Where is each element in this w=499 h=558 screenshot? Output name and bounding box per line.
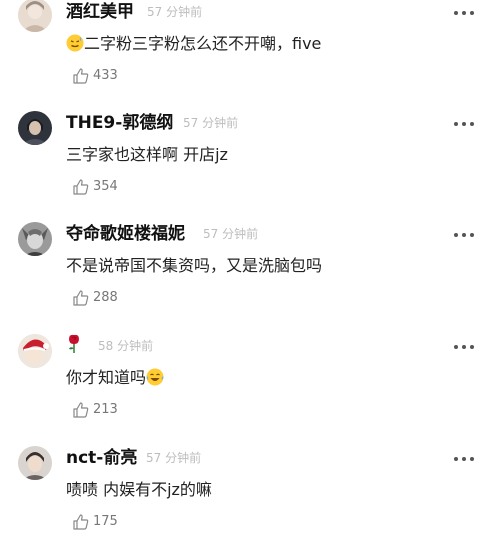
rose-icon — [69, 334, 79, 353]
avatar[interactable] — [18, 334, 52, 368]
laughing-tears-emoji — [146, 368, 164, 386]
timestamp: 57 分钟前 — [147, 5, 203, 19]
thumbs-up-icon — [73, 179, 89, 195]
username[interactable]: 酒红美甲 — [66, 2, 134, 22]
comment-item: nct-俞亮 57 分钟前 啧啧 内娱有不jz的嘛 175 — [0, 446, 499, 558]
like-count: 288 — [93, 290, 118, 305]
username[interactable]: 夺命歌姬楼福妮 — [66, 224, 185, 244]
avatar[interactable] — [18, 446, 52, 480]
timestamp: 57 分钟前 — [146, 451, 202, 465]
like-count: 433 — [93, 68, 118, 83]
avatar-image — [18, 222, 52, 256]
comment-text-content: 二字粉三字粉怎么还不开嘲，five — [84, 34, 322, 53]
comment-text: 啧啧 内娱有不jz的嘛 — [66, 480, 212, 499]
username[interactable]: THE9-郭德纲 — [66, 113, 173, 133]
avatar[interactable] — [18, 111, 52, 145]
timestamp: 58 分钟前 — [98, 339, 154, 353]
thumbs-up-icon — [73, 290, 89, 306]
like-count: 213 — [93, 402, 118, 417]
like-count: 354 — [93, 179, 118, 194]
more-dots-icon — [454, 345, 474, 349]
comment-item: THE9-郭德纲 57 分钟前 三字家也这样啊 开店jz 354 — [0, 111, 499, 223]
like-button[interactable]: 433 — [72, 66, 118, 86]
timestamp: 57 分钟前 — [183, 116, 239, 130]
comment-item: 夺命歌姬楼福妮 57 分钟前 不是说帝国不集资吗，又是洗脑包吗 288 — [0, 222, 499, 334]
sweat-smile-emoji — [66, 34, 84, 52]
thumbs-up-icon — [73, 514, 89, 530]
more-button[interactable] — [453, 119, 475, 129]
more-button[interactable] — [453, 8, 475, 18]
avatar-image — [18, 0, 52, 32]
thumbs-up-icon — [73, 68, 89, 84]
comment-text: 三字家也这样啊 开店jz — [66, 145, 228, 164]
more-dots-icon — [454, 457, 474, 461]
more-button[interactable] — [453, 342, 475, 352]
avatar[interactable] — [18, 222, 52, 256]
avatar-image — [18, 446, 52, 480]
like-button[interactable]: 175 — [72, 512, 118, 532]
avatar-image — [18, 334, 52, 368]
more-button[interactable] — [453, 230, 475, 240]
username[interactable] — [66, 334, 82, 359]
more-button[interactable] — [453, 454, 475, 464]
comment-text: 你才知道吗 — [66, 368, 164, 388]
more-dots-icon — [454, 122, 474, 126]
comment-text: 二字粉三字粉怎么还不开嘲，five — [66, 34, 321, 54]
comment-item: 酒红美甲 57 分钟前 二字粉三字粉怎么还不开嘲，five 433 — [0, 0, 499, 112]
like-button[interactable]: 288 — [72, 288, 118, 308]
username[interactable]: nct-俞亮 — [66, 448, 137, 468]
avatar-image — [18, 111, 52, 145]
timestamp: 57 分钟前 — [203, 227, 259, 241]
more-dots-icon — [454, 233, 474, 237]
comment-text-content: 你才知道吗 — [66, 368, 147, 387]
avatar[interactable] — [18, 0, 52, 32]
comment-item: 58 分钟前 你才知道吗 213 — [0, 334, 499, 446]
more-dots-icon — [454, 11, 474, 15]
thumbs-up-icon — [73, 402, 89, 418]
like-button[interactable]: 213 — [72, 400, 118, 420]
like-button[interactable]: 354 — [72, 177, 118, 197]
like-count: 175 — [93, 514, 118, 529]
comment-text: 不是说帝国不集资吗，又是洗脑包吗 — [66, 256, 323, 275]
